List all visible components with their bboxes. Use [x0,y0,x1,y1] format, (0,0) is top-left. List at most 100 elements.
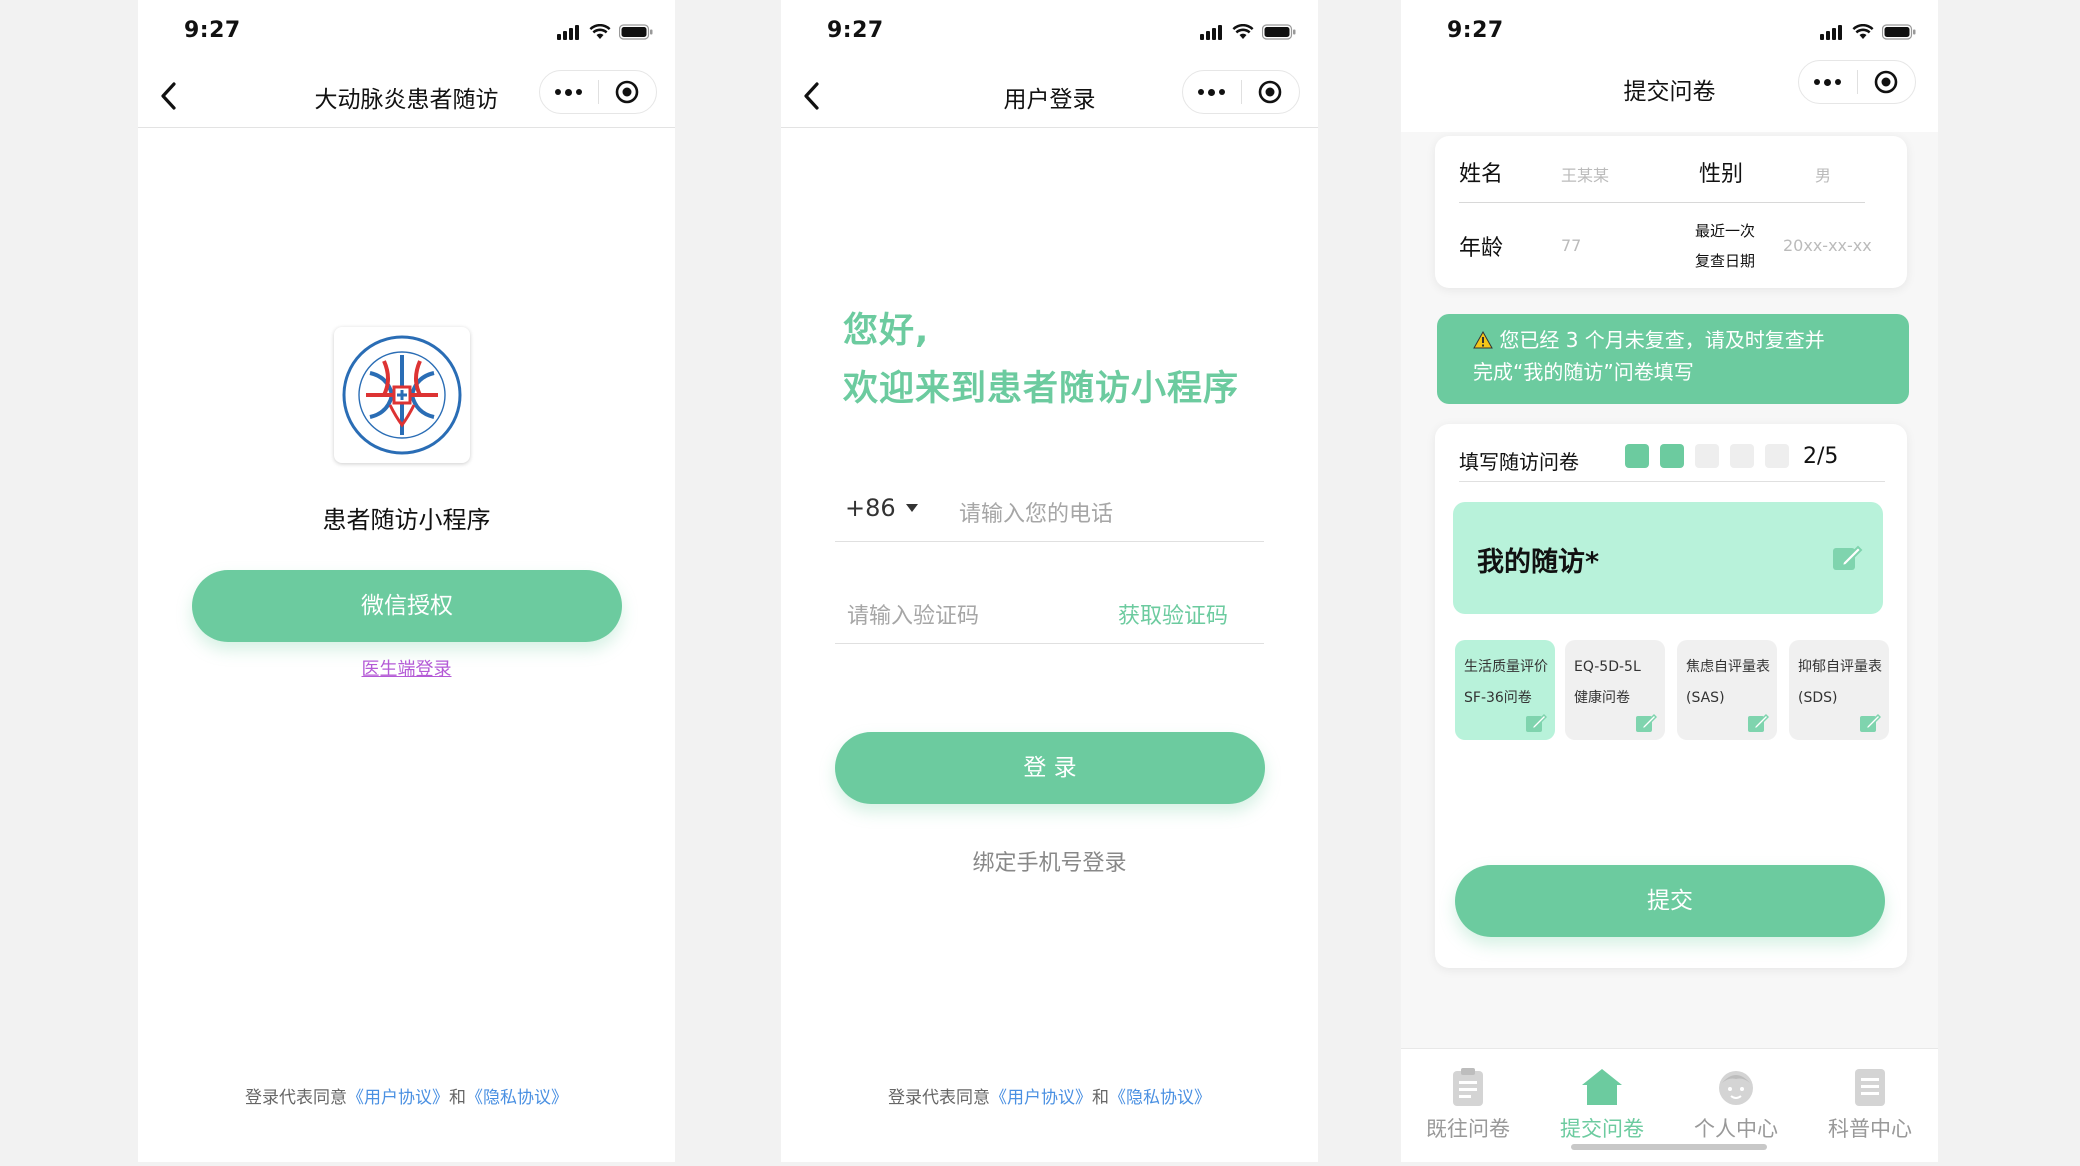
caret-down-icon [905,504,918,512]
tile-line-1: 抑郁自评量表 [1798,659,1882,675]
tab-bar: 既往问卷 提交问卷 个人中心 科普中心 [1401,1048,1938,1162]
tile-line-1: 焦虑自评量表 [1686,659,1770,675]
questionnaire-card: 填写随访问卷 2/5 我的随访* 生活质量评价 SF-36问卷 EQ-5D-5L… [1435,424,1907,968]
mini-program-capsule [1798,60,1916,104]
battery-icon [1882,24,1916,40]
progress-row: 填写随访问卷 2/5 [1459,436,1885,482]
more-dots-icon [555,88,583,96]
edit-icon[interactable] [1831,542,1863,574]
privacy-agreement-link[interactable]: 《隐私协议》 [1109,1088,1211,1108]
edit-icon [1636,713,1657,732]
tab-past-questionnaires[interactable]: 既往问卷 [1401,1061,1535,1143]
age-label: 年龄 [1459,236,1504,261]
progress-step [1730,444,1754,468]
code-input[interactable]: 请输入验证码 [847,598,979,630]
questionnaire-tile-eq5d[interactable]: EQ-5D-5L 健康问卷 [1565,640,1665,740]
submit-button[interactable]: 提交 [1455,865,1885,937]
more-button[interactable] [1799,61,1857,103]
tile-line-1: 生活质量评价 [1464,659,1548,675]
greeting-line-1: 您好, [843,311,930,351]
agreement-and: 和 [1092,1088,1109,1108]
nav-bar: 提交问卷 [1401,56,1938,122]
progress-label: 填写随访问卷 [1459,450,1579,474]
warning-icon [1473,330,1493,349]
wifi-icon [1232,24,1254,39]
privacy-agreement-link[interactable]: 《隐私协议》 [466,1088,568,1108]
progress-step [1625,444,1649,468]
tile-line-1: EQ-5D-5L [1574,659,1641,675]
tab-label: 提交问卷 [1560,1117,1644,1141]
progress-step [1765,444,1789,468]
tab-label: 既往问卷 [1426,1117,1510,1141]
tab-label: 科普中心 [1828,1117,1912,1141]
agreement-and: 和 [449,1088,466,1108]
screen-submit-questionnaire: 9:27 提交问卷 姓名 王某某 性别 男 年龄 77 最近一次 复查日期 20… [1401,0,1938,1162]
signal-icon [1200,25,1222,40]
last-check-value: 20xx-xx-xx [1783,236,1872,255]
more-button[interactable] [1183,71,1241,113]
get-code-button[interactable]: 获取验证码 [1118,598,1228,630]
age-value: 77 [1561,236,1582,255]
doctor-login-link[interactable]: 医生端登录 [138,655,675,681]
bind-phone-login-link[interactable]: 绑定手机号登录 [781,845,1318,877]
signal-icon [557,25,579,40]
phone-input[interactable]: 请输入您的电话 [959,496,1113,528]
progress-text: 2/5 [1803,444,1839,469]
clipboard-icon [1453,1068,1483,1106]
document-icon [1855,1069,1885,1106]
target-icon [1258,80,1282,104]
home-indicator [1571,1144,1767,1150]
patient-info-card: 姓名 王某某 性别 男 年龄 77 最近一次 复查日期 20xx-xx-xx [1435,136,1907,288]
wifi-icon [589,24,611,39]
last-check-label-line1: 最近一次 [1695,222,1756,240]
agreement-text: 登录代表同意《用户协议》和《隐私协议》 [138,1083,675,1108]
status-bar: 9:27 [1401,18,1938,48]
tile-line-2: 健康问卷 [1574,690,1630,706]
status-time: 9:27 [184,18,241,43]
edit-icon [1526,713,1547,732]
target-icon [615,80,639,104]
questionnaire-tile-sas[interactable]: 焦虑自评量表 (SAS) [1677,640,1777,740]
user-agreement-link[interactable]: 《用户协议》 [347,1088,449,1108]
tile-line-2: SF-36问卷 [1464,690,1532,706]
my-followup-card[interactable]: 我的随访* [1453,502,1883,614]
tile-line-2: (SAS) [1686,690,1725,706]
questionnaire-tile-sds[interactable]: 抑郁自评量表 (SDS) [1789,640,1889,740]
more-button[interactable] [540,71,598,113]
close-mini-program-button[interactable] [1858,61,1916,103]
battery-icon [619,24,653,40]
mini-program-capsule [1182,70,1300,114]
close-mini-program-button[interactable] [599,71,657,113]
user-agreement-link[interactable]: 《用户协议》 [990,1088,1092,1108]
tab-submit-questionnaire[interactable]: 提交问卷 [1535,1061,1669,1143]
battery-icon [1262,24,1296,40]
progress-step [1695,444,1719,468]
hospital-logo [334,327,470,463]
tab-science-center[interactable]: 科普中心 [1803,1061,1937,1143]
country-code-select[interactable]: +86 [845,494,918,522]
name-label: 姓名 [1459,162,1504,187]
signal-icon [1820,25,1842,40]
baby-face-icon [1719,1071,1753,1105]
reminder-line-2: 完成“我的随访”问卷填写 [1473,360,1694,384]
mini-program-capsule [539,70,657,114]
agreement-text: 登录代表同意《用户协议》和《隐私协议》 [781,1083,1318,1108]
nav-bar: 用户登录 [781,62,1318,128]
country-code: +86 [845,494,896,522]
phone-field: +86 请输入您的电话 [835,476,1264,542]
questionnaire-tile-sf36[interactable]: 生活质量评价 SF-36问卷 [1455,640,1555,740]
nav-bar: 大动脉炎患者随访 [138,62,675,128]
more-dots-icon [1198,88,1226,96]
close-mini-program-button[interactable] [1242,71,1300,113]
login-button[interactable]: 登 录 [835,732,1265,804]
edit-icon [1748,713,1769,732]
tab-label: 个人中心 [1694,1117,1778,1141]
wechat-auth-button[interactable]: 微信授权 [192,570,622,642]
agreement-prefix: 登录代表同意 [245,1088,347,1108]
screen-wechat-auth: 9:27 大动脉炎患者随访 患者随访小程序 微信授权 医生端登录 登录代表同意《… [138,0,675,1162]
agreement-prefix: 登录代表同意 [888,1088,990,1108]
app-name: 患者随访小程序 [322,506,491,534]
last-check-label-line2: 复查日期 [1695,252,1756,270]
status-bar: 9:27 [138,18,675,48]
tab-personal-center[interactable]: 个人中心 [1669,1061,1803,1143]
